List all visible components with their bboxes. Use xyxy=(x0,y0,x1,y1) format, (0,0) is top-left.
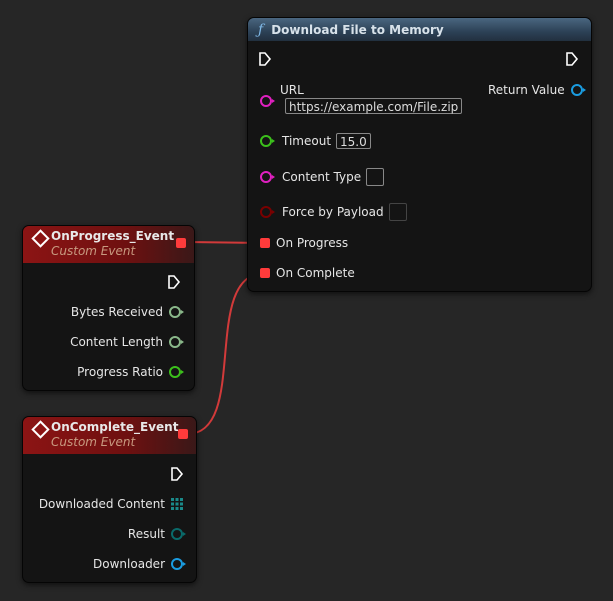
on-progress-label: On Progress xyxy=(276,236,349,250)
pin-result: Result xyxy=(127,527,186,541)
event-diamond-icon xyxy=(31,229,50,248)
content-type-label: Content Type xyxy=(282,170,362,184)
exec-out-pin[interactable] xyxy=(170,467,184,481)
pin-on-progress: On Progress xyxy=(260,236,348,250)
url-input[interactable]: https://example.com/File.zip xyxy=(285,98,463,114)
timeout-input[interactable]: 15.0 xyxy=(336,133,371,149)
on-progress-pin[interactable] xyxy=(260,238,270,248)
pin-downloaded-content: Downloaded Content xyxy=(39,497,183,511)
exec-out-pin[interactable] xyxy=(565,52,579,66)
byte-array-pin-icon[interactable] xyxy=(171,498,183,510)
url-pin[interactable] xyxy=(260,95,275,107)
exec-out-pin[interactable] xyxy=(167,275,181,289)
content-type-pin[interactable] xyxy=(260,171,275,183)
return-value-label: Return Value xyxy=(488,83,565,97)
event-diamond-icon xyxy=(31,420,50,439)
download-file-node[interactable]: ƒ Download File to Memory xyxy=(247,17,592,292)
bytes-received-pin[interactable] xyxy=(169,306,184,318)
exec-in-pin[interactable] xyxy=(258,52,272,66)
return-value-pin[interactable] xyxy=(570,84,586,96)
force-by-payload-label: Force by Payload xyxy=(282,205,384,219)
url-label: URL xyxy=(280,83,304,97)
node-header: ƒ Download File to Memory xyxy=(248,18,591,41)
pin-bytes-received: Bytes Received xyxy=(70,305,184,319)
event-title: OnComplete_Event xyxy=(51,420,179,434)
content-type-input[interactable] xyxy=(366,168,385,186)
delegate-out-pin[interactable] xyxy=(178,429,188,439)
bytes-received-label: Bytes Received xyxy=(70,305,163,319)
wire-on-complete[interactable] xyxy=(186,272,266,435)
downloaded-content-label: Downloaded Content xyxy=(38,497,165,511)
on-complete-label: On Complete xyxy=(276,266,355,280)
function-icon: ƒ xyxy=(258,21,264,38)
result-pin[interactable] xyxy=(171,528,186,540)
pin-url: URL https://example.com/File.zip xyxy=(260,83,463,114)
event-header: OnProgress_Event Custom Event xyxy=(23,226,194,263)
timeout-label: Timeout xyxy=(282,134,332,148)
pin-on-complete: On Complete xyxy=(260,266,355,280)
content-length-label: Content Length xyxy=(70,335,163,349)
event-title: OnProgress_Event xyxy=(51,229,175,243)
on-complete-pin[interactable] xyxy=(260,268,270,278)
pin-content-length: Content Length xyxy=(70,335,184,349)
force-by-payload-pin[interactable] xyxy=(260,206,275,218)
content-length-pin[interactable] xyxy=(169,336,184,348)
pin-content-type: Content Type xyxy=(260,168,385,186)
progress-ratio-label: Progress Ratio xyxy=(77,365,163,379)
timeout-pin[interactable] xyxy=(260,135,275,147)
pin-progress-ratio: Progress Ratio xyxy=(77,365,184,379)
force-by-payload-checkbox[interactable] xyxy=(388,203,407,221)
pin-return-value: Return Value xyxy=(488,83,586,97)
downloader-pin[interactable] xyxy=(171,558,186,570)
pin-downloader: Downloader xyxy=(93,557,186,571)
pin-force-by-payload: Force by Payload xyxy=(260,203,407,221)
result-label: Result xyxy=(127,527,165,541)
pin-timeout: Timeout 15.0 xyxy=(260,133,371,149)
event-header: OnComplete_Event Custom Event xyxy=(23,417,196,454)
event-subtitle: Custom Event xyxy=(51,435,136,449)
delegate-out-pin[interactable] xyxy=(176,238,186,248)
progress-ratio-pin[interactable] xyxy=(169,366,184,378)
downloader-label: Downloader xyxy=(93,557,165,571)
node-title: Download File to Memory xyxy=(271,22,444,37)
event-subtitle: Custom Event xyxy=(51,244,136,258)
